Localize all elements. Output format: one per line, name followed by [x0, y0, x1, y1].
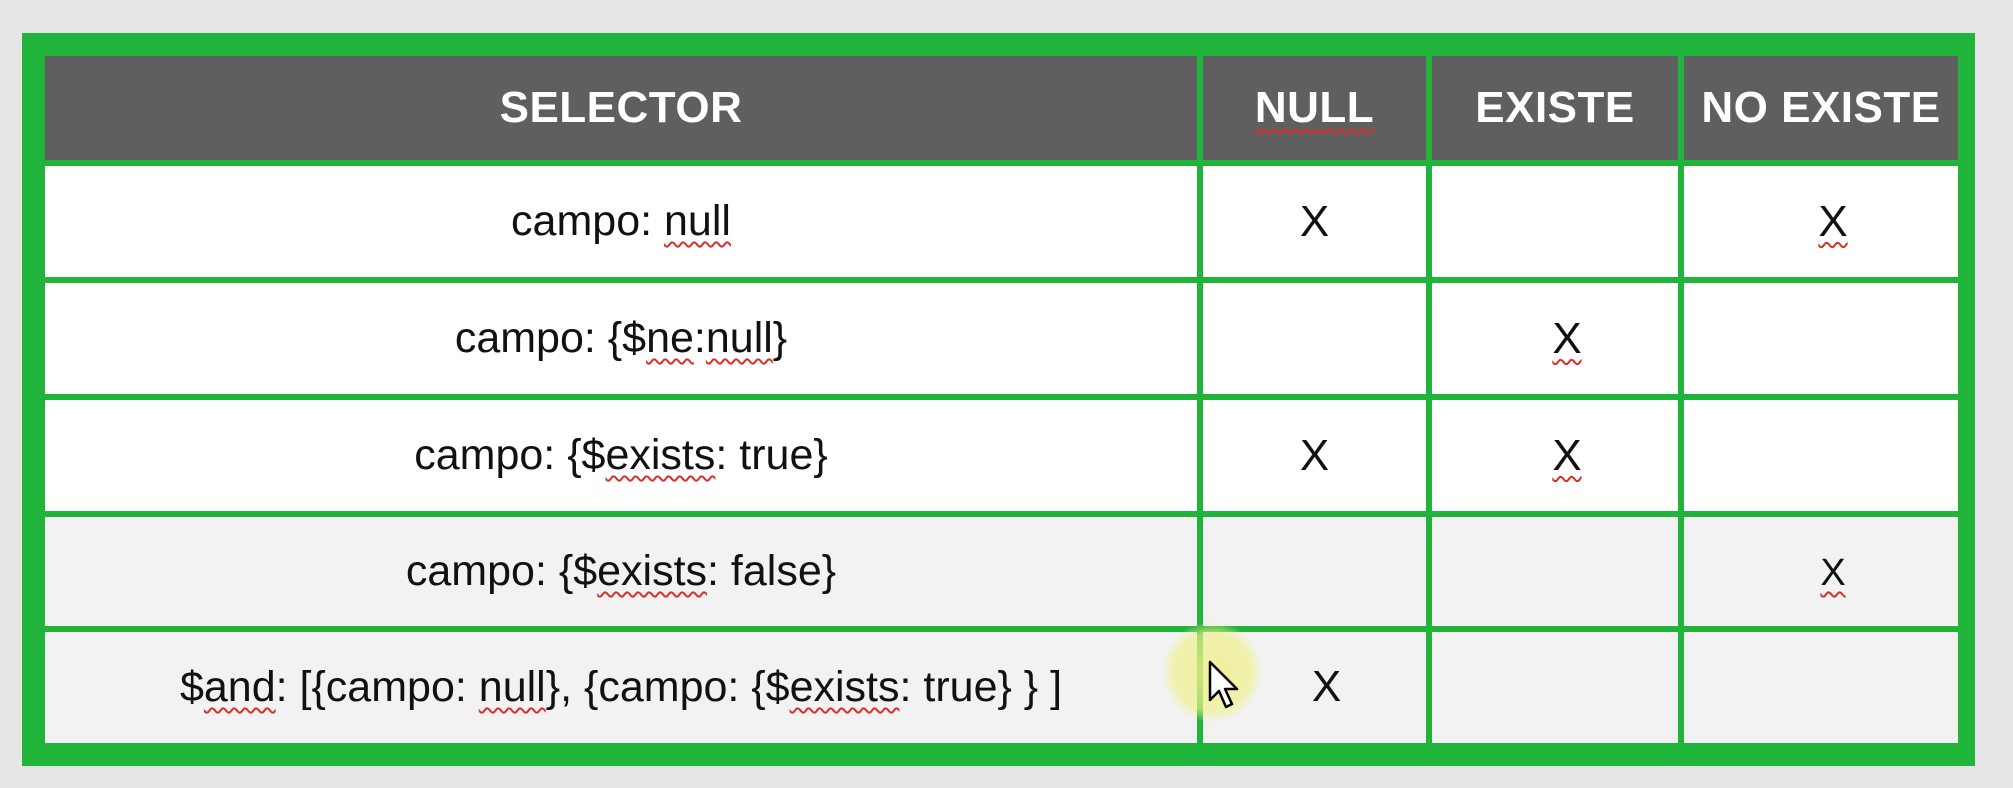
- selector-text: }: [772, 314, 788, 363]
- selector-text: campo: {$: [414, 431, 606, 480]
- null-cell: [1197, 511, 1432, 632]
- selector-text: : [{campo:: [275, 662, 479, 711]
- header-selector: SELECTOR: [39, 50, 1203, 166]
- no-existe-cell: [1678, 277, 1964, 401]
- table-row: $and: [{campo: null}, {campo: {$exists: …: [39, 625, 1964, 750]
- null-mark: X: [1299, 196, 1330, 246]
- mouse-pointer-icon: [1208, 660, 1239, 709]
- existe-cell: X: [1426, 394, 1684, 518]
- no-existe-mark: X: [1818, 196, 1848, 246]
- selector-text-flagged: null: [478, 662, 546, 711]
- selector-text: $: [179, 662, 204, 711]
- selector-cell: campo: {$ne:null}: [39, 277, 1203, 401]
- selector-cell: $and: [{campo: null}, {campo: {$exists: …: [39, 625, 1203, 750]
- header-row: SELECTOR NULL EXISTE NO EXISTE: [39, 50, 1964, 166]
- selector-text: campo: {$: [405, 547, 598, 595]
- table-row: campo: {$exists: true} X X: [39, 394, 1964, 518]
- no-existe-cell: X: [1678, 159, 1964, 284]
- selector-cell: campo: null: [39, 159, 1203, 284]
- selector-text: :: [693, 314, 706, 363]
- selector-text-flagged: null: [664, 197, 731, 245]
- selector-text-flagged: and: [203, 662, 276, 711]
- header-null-label: NULL: [1254, 83, 1375, 132]
- selector-text: : true} } ]: [899, 662, 1063, 711]
- no-existe-cell: [1678, 625, 1964, 750]
- existe-cell: X: [1426, 277, 1684, 401]
- existe-cell: [1426, 159, 1684, 284]
- selector-text-flagged: exists: [789, 662, 900, 711]
- no-existe-mark: X: [1820, 552, 1846, 594]
- table-row: campo: null X X: [39, 159, 1964, 284]
- selector-cell: campo: {$exists: false}: [39, 511, 1203, 632]
- selector-text: : true}: [715, 431, 828, 480]
- selector-text: }, {campo: {$: [545, 662, 790, 711]
- table-row: campo: {$exists: false} X: [39, 511, 1964, 632]
- null-cell: [1197, 277, 1432, 401]
- table-row: campo: {$ne:null} X: [39, 277, 1964, 401]
- existe-cell: [1426, 511, 1684, 632]
- selector-text-flagged: exists: [605, 431, 716, 480]
- selector-text-flagged: ne: [646, 314, 694, 363]
- selector-text: campo: {$: [454, 314, 647, 363]
- selector-table-frame: SELECTOR NULL EXISTE NO EXISTE campo: nu…: [22, 33, 1975, 766]
- selector-text: : false}: [707, 547, 837, 595]
- existe-mark: X: [1552, 430, 1582, 480]
- existe-mark: X: [1552, 313, 1582, 363]
- no-existe-cell: X: [1678, 511, 1964, 632]
- selector-text-flagged: null: [705, 314, 773, 363]
- null-cell: X: [1197, 394, 1432, 518]
- header-no-existe: NO EXISTE: [1678, 50, 1964, 166]
- existe-cell: [1426, 625, 1684, 750]
- selector-text: campo:: [511, 197, 665, 245]
- null-cell: X: [1197, 159, 1432, 284]
- null-mark: X: [1311, 662, 1342, 712]
- selector-table: SELECTOR NULL EXISTE NO EXISTE campo: nu…: [39, 50, 1964, 750]
- null-mark: X: [1299, 430, 1330, 480]
- selector-text-flagged: exists: [597, 547, 708, 595]
- selector-cell: campo: {$exists: true}: [39, 394, 1203, 518]
- header-existe: EXISTE: [1426, 50, 1684, 166]
- header-null: NULL: [1197, 50, 1432, 166]
- no-existe-cell: [1678, 394, 1964, 518]
